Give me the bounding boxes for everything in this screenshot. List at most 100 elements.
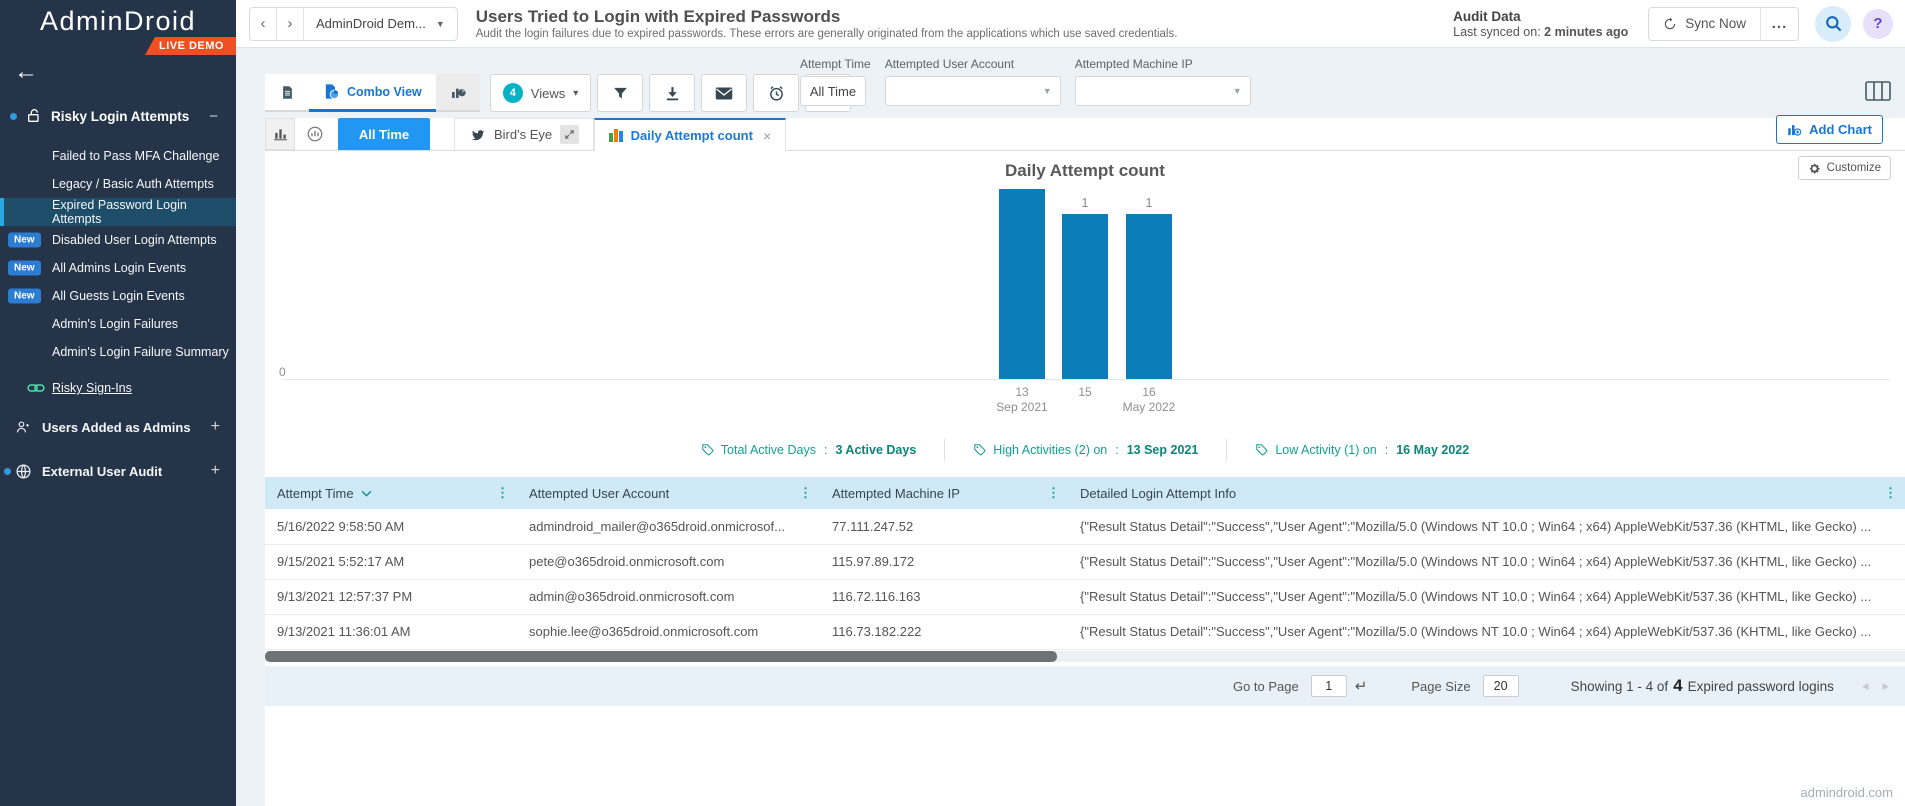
tag-icon <box>1256 444 1268 456</box>
tab-birds-eye[interactable]: Bird's Eye <box>454 118 595 150</box>
table-row[interactable]: 9/13/2021 11:36:01 AM sophie.lee@o365droi… <box>265 614 1905 650</box>
bird-icon <box>471 130 485 141</box>
last-synced-text: Last synced on: 2 minutes ago <box>1453 24 1629 39</box>
column-chooser-button[interactable] <box>1865 81 1891 106</box>
download-button[interactable] <box>649 74 696 112</box>
help-button[interactable]: ? <box>1863 8 1893 39</box>
expand-icon[interactable] <box>560 125 580 144</box>
sidebar-section-users-added[interactable]: Users Added as Admins + <box>0 410 236 444</box>
column-header-attempt-time[interactable]: Attempt Time ⋮ <box>265 477 517 509</box>
breadcrumb: ‹ › AdminDroid Dem... ▼ <box>249 6 458 41</box>
table-cell: admindroid_mailer@o365droid.onmicrosof..… <box>517 509 820 545</box>
table-cell: 9/15/2021 5:52:17 AM <box>265 544 517 580</box>
views-dropdown[interactable]: 4 Views ▾ <box>489 74 592 112</box>
sidebar-item[interactable]: Risky Sign-Ins <box>0 372 236 404</box>
horizontal-scrollbar <box>265 651 1905 662</box>
sync-now-button[interactable]: Sync Now <box>1649 8 1760 40</box>
workspace: Combo View 4 Views ▾ Attempt Time All Ti… <box>236 49 1905 806</box>
table-header-row: Attempt Time ⋮ Attempted User Account ⋮ <box>265 477 1905 509</box>
tab-all-time[interactable]: All Time <box>338 118 430 150</box>
audit-data-block: Audit Data Last synced on: 2 minutes ago <box>1453 9 1628 39</box>
sidebar-item[interactable]: New All Guests Login Events <box>0 282 236 310</box>
activity-stats-row: Total Active Days:3 Active Days High Acti… <box>265 439 1905 461</box>
schedule-button[interactable] <box>753 74 800 112</box>
table-cell: pete@o365droid.onmicrosoft.com <box>517 544 820 580</box>
attempted-user-account-select[interactable]: ▼ <box>884 76 1061 106</box>
app-root: AdminDroid LIVE DEMO ← Risky Login Attem… <box>0 0 1905 806</box>
table-cell: {"Result Status Detail":"Success","User … <box>1068 579 1905 615</box>
attempted-machine-ip-select[interactable]: ▼ <box>1074 76 1251 106</box>
sidebar: AdminDroid LIVE DEMO ← Risky Login Attem… <box>0 0 236 806</box>
sidebar-item[interactable]: New Disabled User Login Attempts <box>0 226 236 254</box>
active-section-dot <box>10 112 17 120</box>
sidebar-item[interactable]: Legacy / Basic Auth Attempts <box>0 170 236 198</box>
chart-bar[interactable] <box>1126 214 1172 379</box>
tenant-name: AdminDroid Dem... <box>316 16 426 31</box>
audit-data-label: Audit Data <box>1453 8 1521 24</box>
goto-page-input[interactable] <box>1310 675 1347 697</box>
page-size-input[interactable] <box>1482 675 1519 697</box>
column-header-machine-ip[interactable]: Attempted Machine IP ⋮ <box>820 477 1068 509</box>
table-row[interactable]: 5/16/2022 9:58:50 AM admindroid_mailer@o3… <box>265 509 1905 545</box>
chart-bar[interactable] <box>1062 214 1108 379</box>
grid-view-tab[interactable] <box>265 74 309 110</box>
topbar: ‹ › AdminDroid Dem... ▼ Users Tried to L… <box>236 0 1905 48</box>
sidebar-item-label: All Admins Login Events <box>52 261 187 275</box>
mail-icon <box>716 87 733 99</box>
table-row[interactable]: 9/15/2021 5:52:17 AM pete@o365droid.onmic… <box>265 544 1905 580</box>
sidebar-item[interactable]: Admin's Login Failure Summary <box>0 338 236 366</box>
filter-user-account: Attempted User Account ▼ <box>884 57 1061 106</box>
email-button[interactable] <box>701 74 748 112</box>
column-menu-icon[interactable]: ⋮ <box>799 485 812 501</box>
table-cell: sophie.lee@o365droid.onmicrosoft.com <box>517 614 820 650</box>
more-options-button[interactable]: ... <box>1760 7 1798 40</box>
filter-icon <box>613 87 627 98</box>
tab-daily-attempt-count[interactable]: Daily Attempt count × <box>594 118 787 151</box>
column-header-user-account[interactable]: Attempted User Account ⋮ <box>517 477 820 509</box>
sidebar-item-label: Risky Sign-Ins <box>52 381 132 395</box>
goto-page-submit-icon[interactable]: ↵ <box>1355 677 1368 695</box>
chart-type-circle-button[interactable] <box>300 118 330 150</box>
sidebar-item[interactable]: Failed to Pass MFA Challenge <box>0 142 236 170</box>
filter-button[interactable] <box>597 74 644 112</box>
scrollbar-thumb[interactable] <box>265 651 1057 662</box>
column-menu-icon[interactable]: ⋮ <box>496 485 509 501</box>
table-cell: 77.111.247.52 <box>820 509 1068 545</box>
sidebar-item[interactable]: Expired Password Login Attempts <box>0 198 236 226</box>
table-row[interactable]: 9/13/2021 12:57:37 PM admin@o365droid.onm… <box>265 579 1905 615</box>
next-page-icon[interactable]: ▸ <box>1882 678 1889 694</box>
circle-chart-icon <box>307 126 323 142</box>
sidebar-back-icon[interactable]: ← <box>14 60 38 84</box>
attempt-time-field[interactable]: All Time <box>800 76 866 106</box>
add-chart-icon <box>1788 125 1802 136</box>
chart-title: Daily Attempt count <box>1005 161 1165 180</box>
collapse-icon[interactable]: − <box>209 108 218 125</box>
expand-plus-icon[interactable]: + <box>211 462 220 480</box>
close-icon[interactable]: × <box>763 128 771 144</box>
expand-plus-icon[interactable]: + <box>211 418 220 436</box>
sidebar-item[interactable]: Admin's Login Failures <box>0 310 236 338</box>
chevron-down-icon: ▼ <box>1232 86 1242 96</box>
chart-view-tab[interactable] <box>435 74 480 110</box>
stat-label: High Activities (2) on <box>993 443 1108 457</box>
chart-bar[interactable] <box>999 189 1045 379</box>
column-menu-icon[interactable]: ⋮ <box>1047 485 1060 501</box>
add-chart-button[interactable]: Add Chart <box>1776 115 1883 144</box>
nav-forward-icon[interactable]: › <box>277 7 304 40</box>
globe-icon <box>15 463 32 480</box>
table-cell: 5/16/2022 9:58:50 AM <box>265 509 517 545</box>
sidebar-section-external-audit[interactable]: External User Audit + <box>0 454 236 488</box>
column-header-detail-info[interactable]: Detailed Login Attempt Info ⋮ <box>1068 477 1905 509</box>
column-menu-icon[interactable]: ⋮ <box>1884 485 1897 501</box>
sidebar-item[interactable]: New All Admins Login Events <box>0 254 236 282</box>
views-count-badge: 4 <box>502 83 523 103</box>
search-button[interactable] <box>1815 5 1851 42</box>
combo-view-tab[interactable]: Combo View <box>309 74 436 112</box>
tenant-selector[interactable]: AdminDroid Dem... ▼ <box>304 8 457 40</box>
sidebar-section-risky-login[interactable]: Risky Login Attempts − <box>0 100 236 132</box>
chart-type-bar-button[interactable] <box>265 118 295 150</box>
sidebar-item-label: Admin's Login Failure Summary <box>52 345 229 359</box>
sidebar-item-label: Admin's Login Failures <box>52 317 179 331</box>
nav-back-icon[interactable]: ‹ <box>250 7 277 40</box>
prev-page-icon[interactable]: ◂ <box>1862 678 1869 694</box>
